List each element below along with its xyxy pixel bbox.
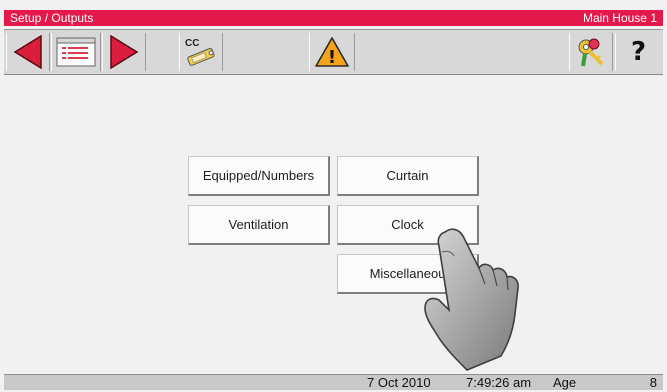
ventilation-button[interactable]: Ventilation <box>188 205 330 245</box>
main-content: Equipped/Numbers Curtain Ventilation Clo… <box>4 80 663 372</box>
age-label: Age <box>553 375 577 390</box>
pointing-hand-icon <box>424 228 519 371</box>
keys-button[interactable] <box>569 33 613 71</box>
cc-key-button[interactable]: CC <box>179 33 223 71</box>
status-date: 7 Oct 2010 <box>367 375 431 390</box>
cc-key-icon: CC <box>185 38 215 66</box>
warning-mark: ! <box>328 47 336 68</box>
breadcrumb: Setup / Outputs <box>10 11 94 25</box>
toolbar: CC ! ? <box>4 29 663 75</box>
age-value: 8 <box>649 375 657 390</box>
list-button[interactable] <box>51 33 101 71</box>
forward-arrow-icon <box>110 35 139 69</box>
warning-button[interactable]: ! <box>309 33 355 71</box>
title-bar: Setup / Outputs Main House 1 <box>4 10 663 26</box>
forward-button[interactable] <box>102 33 146 71</box>
equipped-numbers-button[interactable]: Equipped/Numbers <box>188 156 330 196</box>
back-button[interactable] <box>6 33 50 71</box>
back-arrow-icon <box>13 35 42 69</box>
warning-icon: ! <box>315 37 349 68</box>
keys-icon <box>578 38 604 67</box>
help-button[interactable]: ? <box>615 33 661 71</box>
list-icon <box>56 37 96 67</box>
curtain-button[interactable]: Curtain <box>337 156 479 196</box>
cc-label: CC <box>185 38 199 49</box>
status-bar: 7 Oct 2010 7:49:26 am Age 8 <box>4 374 663 390</box>
status-time: 7:49:26 am <box>466 375 532 390</box>
location-label: Main House 1 <box>582 11 657 25</box>
help-icon: ? <box>630 37 647 67</box>
